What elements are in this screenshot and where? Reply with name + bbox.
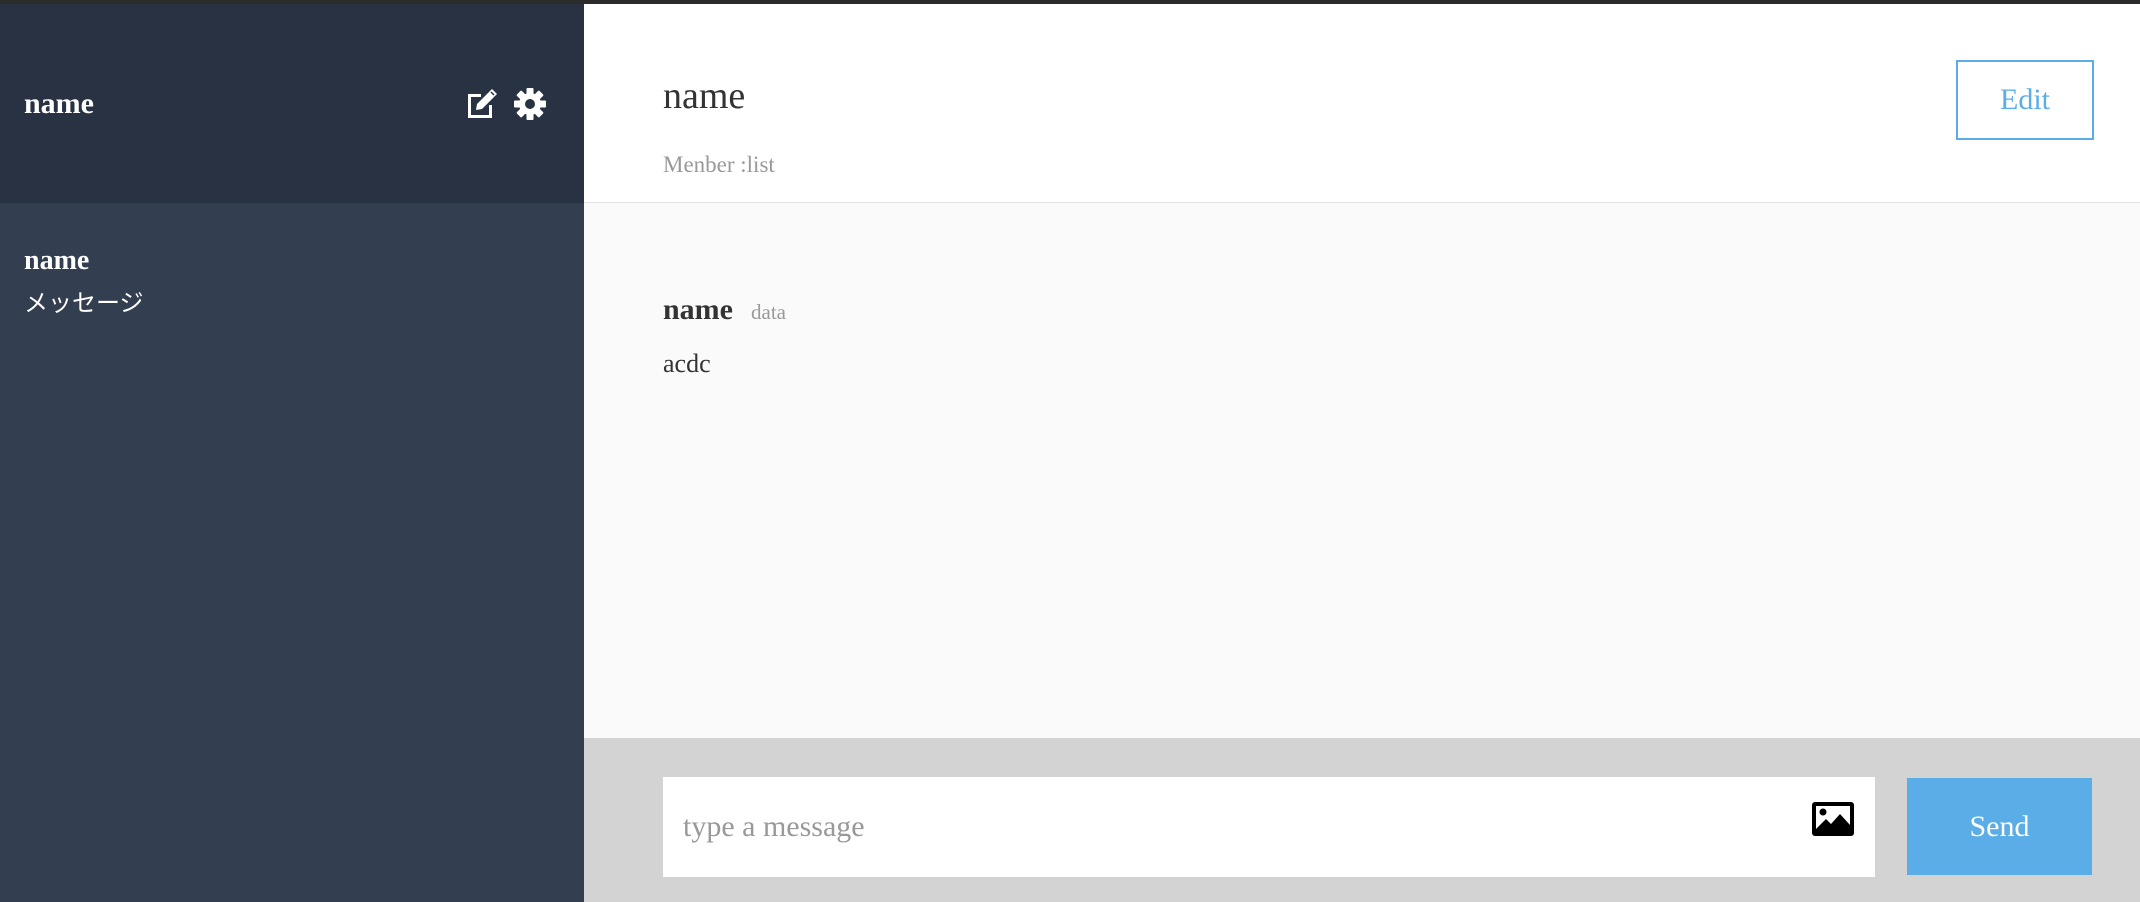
chat-group-name: name — [663, 75, 746, 117]
group-last-message: メッセージ — [24, 289, 144, 317]
edit-icon-svg — [468, 88, 497, 118]
sidebar-header-icons — [464, 86, 548, 122]
group-list-item[interactable]: name メッセージ — [0, 203, 584, 359]
message-list: name data acdc — [584, 203, 2140, 738]
sidebar-header: name — [0, 4, 584, 203]
message-text: acdc — [663, 349, 711, 378]
message-date: data — [751, 300, 786, 324]
message-user-name: name — [663, 293, 733, 326]
image-icon[interactable] — [1811, 801, 1855, 837]
chat-header: name Menber :list Edit — [584, 4, 2140, 203]
member-list: Menber :list — [663, 152, 775, 177]
message-form: Send — [584, 738, 2140, 902]
send-button[interactable]: Send — [1907, 778, 2092, 875]
message-meta: name data — [663, 293, 2061, 327]
image-icon-svg — [1812, 802, 1854, 836]
group-name: name — [24, 245, 90, 276]
edit-group-button[interactable]: Edit — [1956, 60, 2094, 140]
current-user-name: name — [24, 86, 94, 120]
gear-icon[interactable] — [512, 86, 548, 122]
message-input-wrapper — [663, 776, 1875, 878]
chat-main: name Menber :list Edit name data acdc ty… — [584, 4, 2140, 902]
message-input[interactable] — [663, 776, 1785, 878]
message: name data acdc — [663, 293, 2061, 379]
sidebar: name name メッセージ — [0, 4, 584, 902]
gear-icon-svg — [514, 87, 546, 120]
chat-app: name name メッセージ name Menber:list Edit n… — [0, 0, 2140, 902]
edit-icon[interactable] — [464, 86, 500, 122]
